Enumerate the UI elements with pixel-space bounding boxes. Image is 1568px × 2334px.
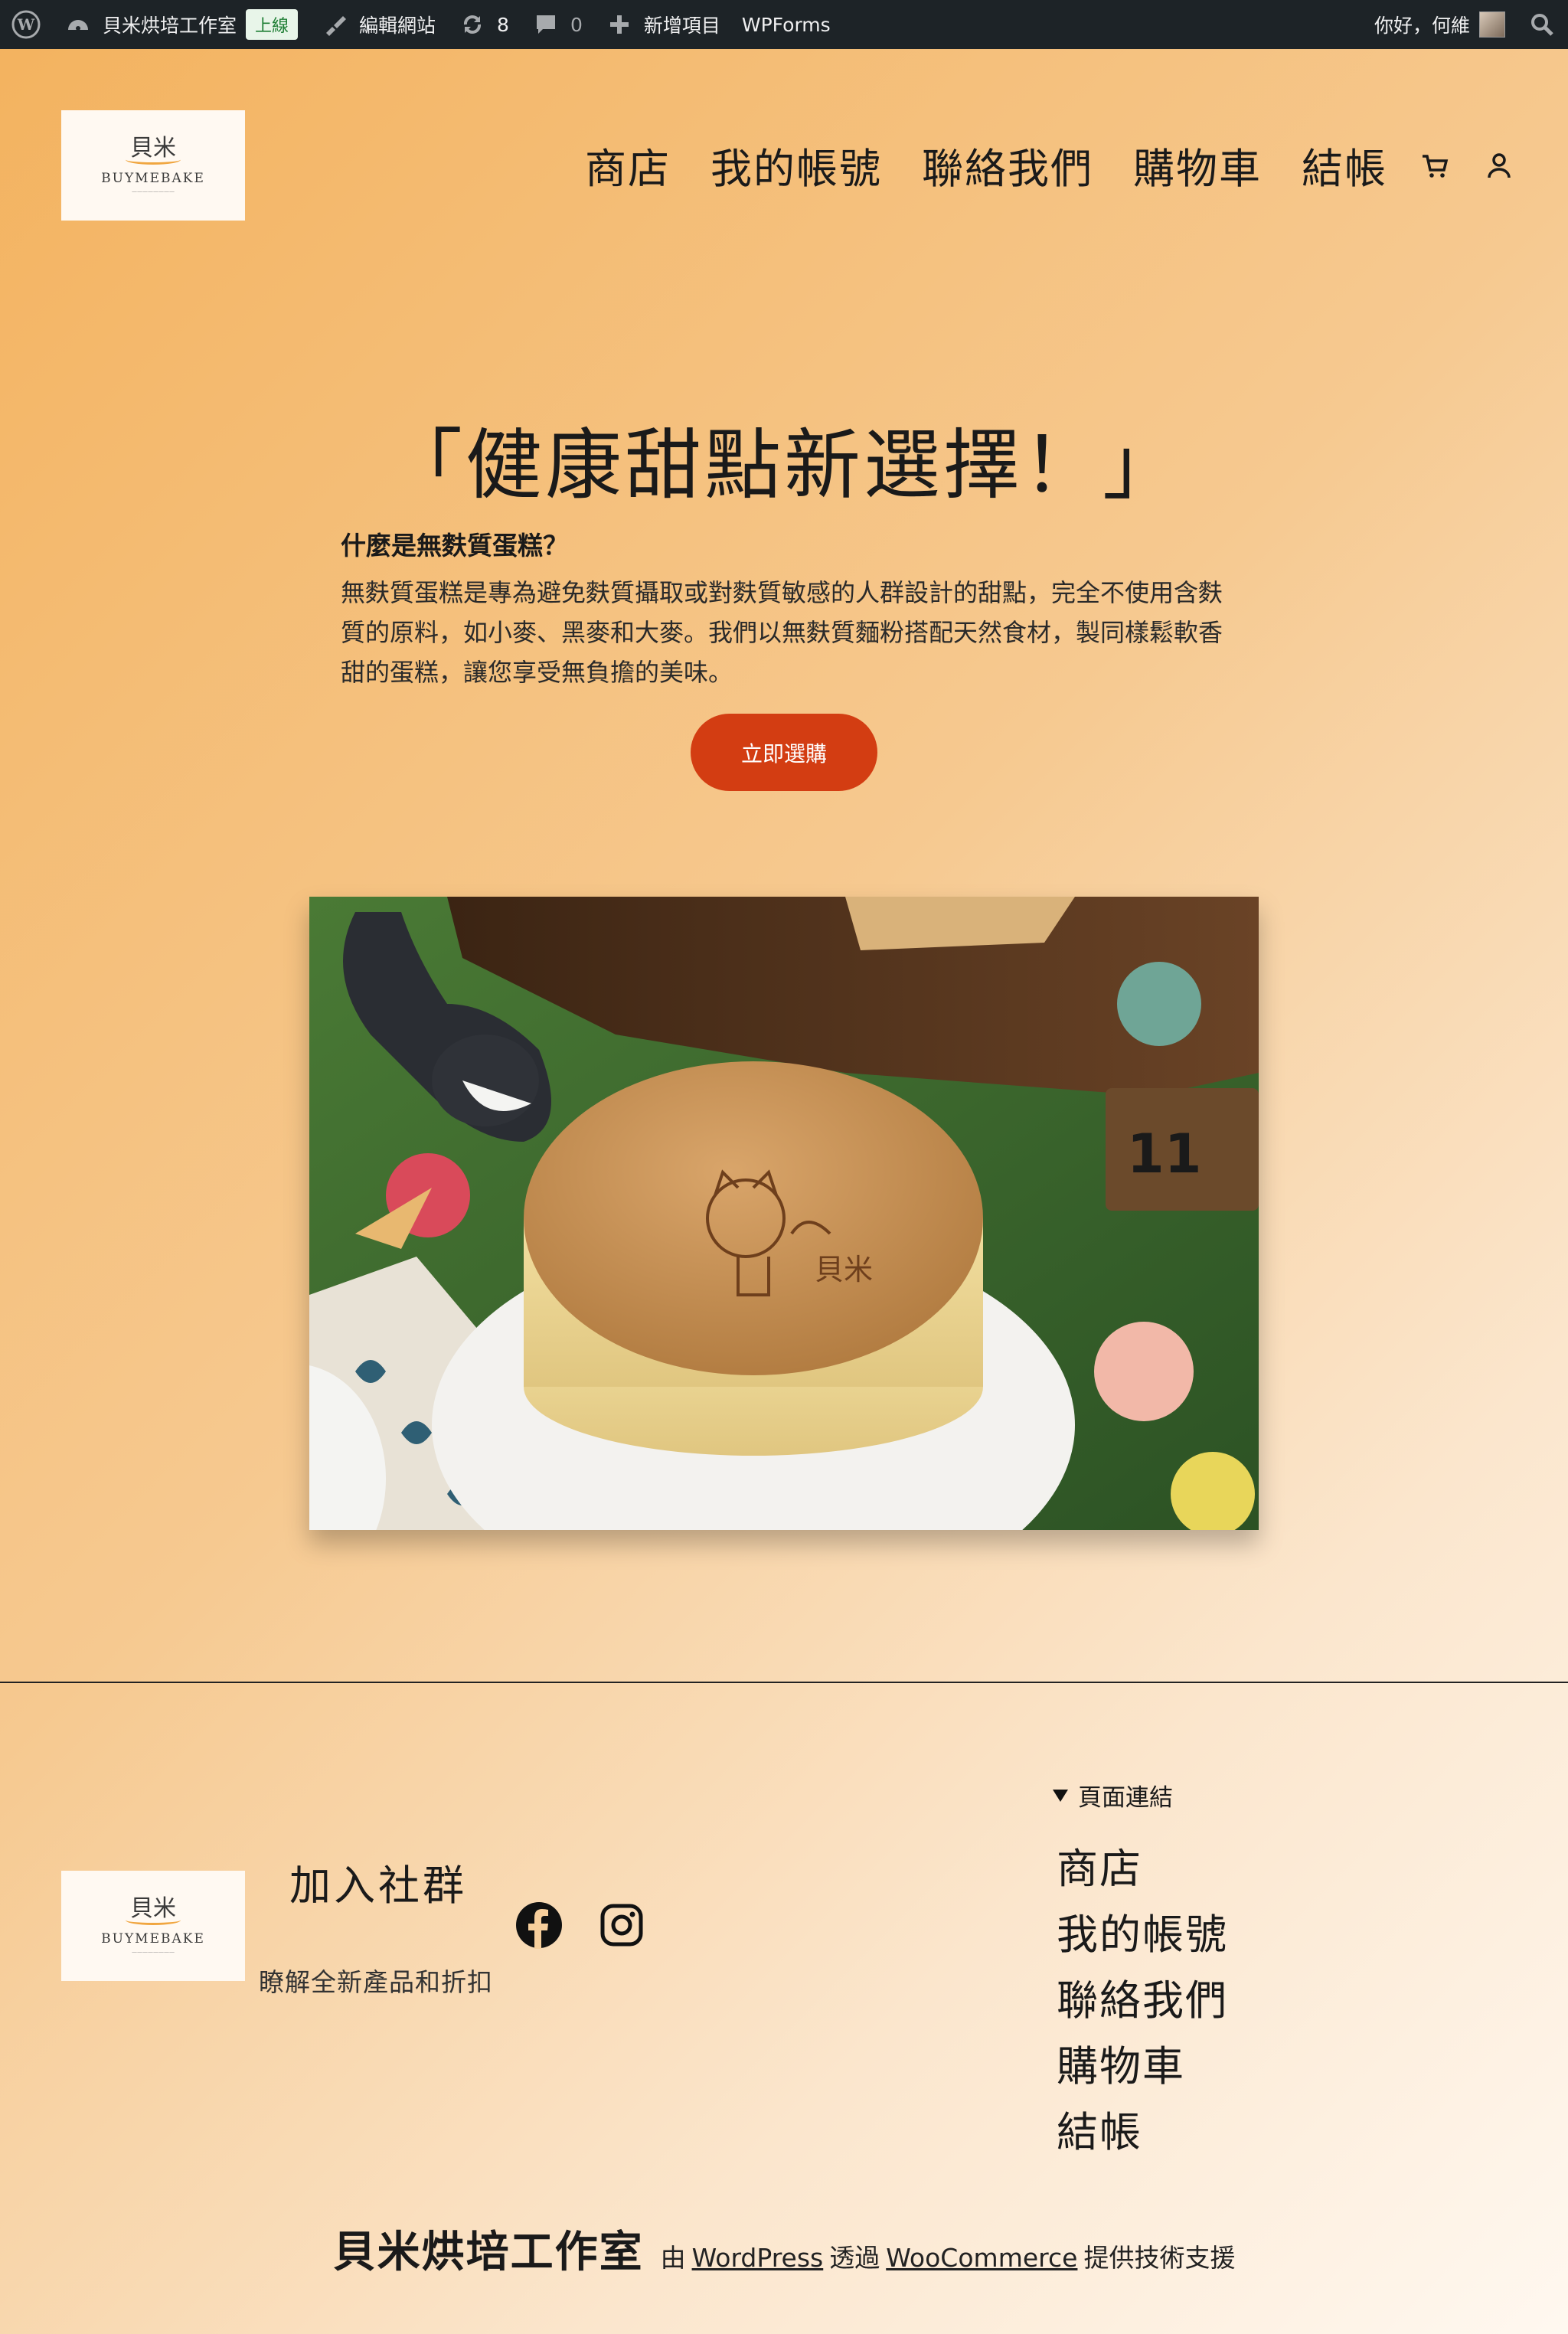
footer-site-name[interactable]: 貝米烘培工作室 [333, 2218, 644, 2280]
hero-paragraph: 無麩質蛋糕是專為避免麩質攝取或對麩質敏感的人群設計的甜點，完全不使用含麩質的原料… [341, 578, 1223, 687]
woocommerce-link[interactable]: WooCommerce [886, 2243, 1077, 2273]
hero-body: 什麼是無麩質蛋糕？ 無麩質蛋糕是專為避免麩質攝取或對麩質敏感的人群設計的甜點，完… [341, 525, 1236, 692]
nav-shop[interactable]: 商店 [585, 135, 671, 195]
dashboard-icon [63, 9, 93, 40]
triangle-down-icon [1052, 1782, 1069, 1809]
join-community-title: 加入社群 [289, 1862, 467, 1910]
avatar [1479, 11, 1505, 38]
credit-prefix: 由 [660, 2243, 686, 2273]
wpforms-menu[interactable]: WPForms [731, 0, 841, 49]
footer-link-my-account[interactable]: 我的帳號 [1057, 1902, 1228, 1968]
cart-icon[interactable] [1418, 149, 1452, 182]
wordpress-icon: W [11, 9, 41, 40]
plus-icon [604, 9, 635, 40]
hero-title: 「健康甜點新選擇！」 [386, 420, 1182, 510]
page-links-title: 頁面連結 [1078, 1784, 1173, 1812]
nav-contact[interactable]: 聯絡我們 [922, 135, 1093, 195]
edit-site-button[interactable]: 編輯網站 [309, 0, 446, 49]
join-community-subtitle: 瞭解全新產品和折扣 [259, 1967, 493, 1997]
credit-via: 透過 [829, 2243, 880, 2273]
instagram-icon[interactable] [597, 1901, 646, 1950]
footer-logo[interactable]: 貝米 BUYMEBAKE ———————— [61, 1871, 245, 1981]
updates-count: 8 [497, 13, 509, 36]
nav-cart[interactable]: 購物車 [1133, 135, 1262, 195]
refresh-icon [457, 9, 488, 40]
hero-question: 什麼是無麩質蛋糕？ [341, 531, 568, 561]
svg-text:貝米: 貝米 [815, 1253, 873, 1286]
new-item-label: 新增項目 [643, 15, 720, 37]
wpforms-label: WPForms [741, 13, 831, 36]
footer-divider [0, 1682, 1568, 1683]
comment-icon [531, 9, 561, 40]
logo-mark: 貝米 [126, 134, 181, 165]
edit-site-label: 編輯網站 [359, 15, 436, 37]
wordpress-link[interactable]: WordPress [692, 2243, 824, 2273]
main-nav: 商店 我的帳號 聯絡我們 購物車 結帳 [545, 135, 1516, 195]
nav-checkout[interactable]: 結帳 [1302, 135, 1387, 195]
shop-now-button[interactable]: 立即選購 [691, 714, 877, 791]
comments-count: 0 [570, 13, 583, 36]
footer-logo-mark: 貝米 [126, 1894, 181, 1925]
status-badge: 上線 [246, 9, 299, 40]
footer-link-cart[interactable]: 購物車 [1057, 2034, 1228, 2100]
account-icon[interactable] [1482, 149, 1516, 182]
footer-link-checkout[interactable]: 結帳 [1057, 2100, 1228, 2166]
admin-search-button[interactable] [1516, 0, 1568, 49]
user-greeting: 你好，何維 [1374, 15, 1470, 37]
admin-bar: W 貝米烘培工作室 上線 編輯網站 8 0 新增項目 WPForms 你好，何維 [0, 0, 1568, 49]
footer-links: 商店 我的帳號 聯絡我們 購物車 結帳 [1057, 1836, 1228, 2166]
footer-logo-subtext: ———————— [132, 1948, 175, 1955]
comments-button[interactable]: 0 [520, 0, 593, 49]
credit-suffix: 提供技術支援 [1083, 2243, 1236, 2273]
facebook-icon[interactable] [514, 1901, 564, 1950]
page-links-toggle[interactable]: 頁面連結 [1052, 1778, 1173, 1813]
cheesecake-photo: 11 貝米 [309, 897, 1259, 1530]
nav-my-account[interactable]: 我的帳號 [710, 135, 882, 195]
footer-logo-text: BUYMEBAKE [101, 1930, 205, 1947]
footer-link-contact[interactable]: 聯絡我們 [1057, 1968, 1228, 2034]
new-item-button[interactable]: 新增項目 [593, 0, 731, 49]
logo-subtext: ———————— [132, 188, 175, 194]
account-menu[interactable]: 你好，何維 [1364, 0, 1516, 49]
svg-text:11: 11 [1127, 1123, 1201, 1185]
social-links [514, 1901, 646, 1950]
updates-button[interactable]: 8 [446, 0, 520, 49]
logo-text: BUYMEBAKE [101, 170, 205, 186]
search-icon [1527, 9, 1557, 40]
footer-credit: 貝米烘培工作室 由 WordPress 透過 WooCommerce 提供技術支… [0, 2218, 1568, 2280]
site-name-menu[interactable]: 貝米烘培工作室 上線 [52, 0, 309, 49]
footer-link-shop[interactable]: 商店 [1057, 1836, 1228, 1902]
site-name: 貝米烘培工作室 [103, 15, 237, 37]
wordpress-logo-button[interactable]: W [0, 0, 52, 49]
site-logo[interactable]: 貝米 BUYMEBAKE ———————— [61, 110, 245, 221]
svg-text:W: W [17, 15, 35, 34]
brush-icon [319, 9, 350, 40]
